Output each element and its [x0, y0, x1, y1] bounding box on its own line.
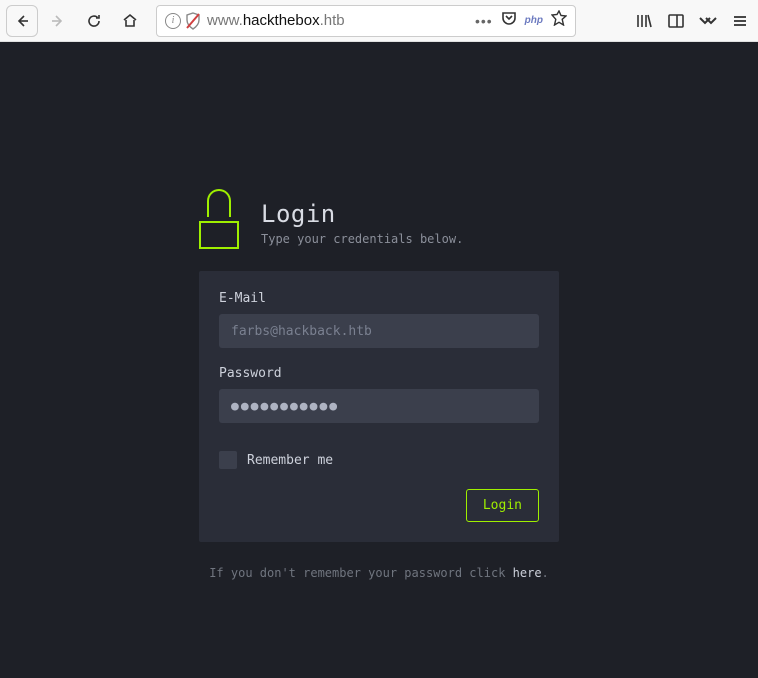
back-button[interactable] [6, 5, 38, 37]
php-badge[interactable]: php [525, 15, 543, 26]
home-button[interactable] [114, 5, 146, 37]
page-title: Login [261, 200, 463, 228]
library-icon[interactable] [632, 9, 656, 33]
password-label: Password [219, 366, 539, 381]
page-subtitle: Type your credentials below. [261, 232, 463, 246]
remember-label: Remember me [247, 453, 333, 468]
login-header: Login Type your credentials below. [199, 197, 559, 249]
pocket-icon[interactable] [501, 10, 517, 31]
menu-icon[interactable] [728, 9, 752, 33]
bookmark-star-icon[interactable] [551, 10, 567, 31]
forward-button[interactable] [42, 5, 74, 37]
login-card: E-Mail Password Remember me Login [199, 271, 559, 542]
url-actions: ••• php [475, 10, 567, 31]
page-body: Login Type your credentials below. E-Mai… [0, 42, 758, 678]
toolbar-right [632, 9, 752, 33]
remember-checkbox[interactable] [219, 451, 237, 469]
overflow-icon[interactable] [696, 9, 720, 33]
url-suffix: .htb [320, 12, 345, 29]
info-icon[interactable]: i [165, 13, 181, 29]
page-actions-icon[interactable]: ••• [475, 13, 493, 29]
forgot-password-link[interactable]: here [513, 566, 542, 580]
browser-toolbar: i www.hackthebox.htb ••• php [0, 0, 758, 42]
url-bar[interactable]: i www.hackthebox.htb ••• php [156, 5, 576, 37]
forgot-password-footer: If you don't remember your password clic… [209, 566, 549, 580]
url-prefix: www. [207, 12, 243, 29]
reload-button[interactable] [78, 5, 110, 37]
login-button[interactable]: Login [466, 489, 539, 522]
password-field[interactable] [219, 389, 539, 423]
url-domain: hackthebox [243, 12, 320, 29]
shield-slash-icon[interactable] [185, 12, 201, 30]
url-text: www.hackthebox.htb [207, 12, 469, 29]
email-label: E-Mail [219, 291, 539, 306]
lock-open-icon [199, 197, 243, 249]
email-field[interactable] [219, 314, 539, 348]
footer-suffix: . [542, 566, 549, 580]
url-security-icons: i [165, 12, 201, 30]
footer-text: If you don't remember your password clic… [209, 566, 512, 580]
sidebar-icon[interactable] [664, 9, 688, 33]
